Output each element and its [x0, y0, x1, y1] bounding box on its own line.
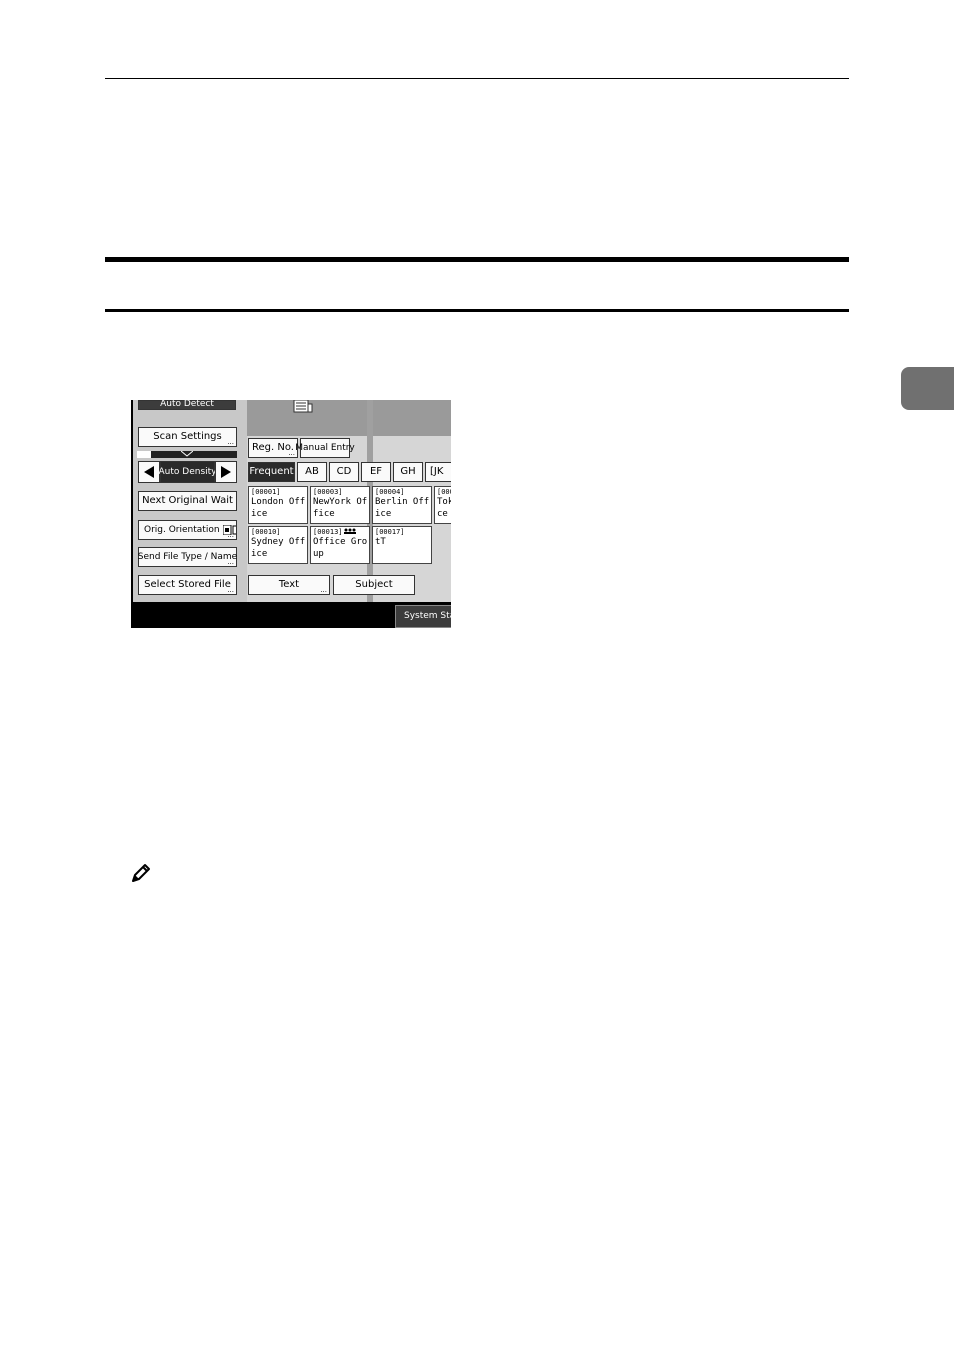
section-rule-thick: [105, 257, 849, 262]
destination-name: London Off: [251, 497, 306, 507]
destination-key[interactable]: [00010] Sydney Off ice: [248, 526, 308, 564]
destination-name: Sydney Off: [251, 537, 306, 547]
destination-name: Tok: [437, 497, 451, 507]
destination-key[interactable]: [00004] Berlin Off ice: [372, 486, 432, 524]
destination-name: Berlin Off: [375, 497, 430, 507]
tab-gh[interactable]: GH: [393, 462, 423, 482]
reg-no-button[interactable]: Reg. No....: [248, 438, 298, 458]
scan-settings-button[interactable]: Scan Settings...: [138, 427, 237, 447]
density-scale: [137, 451, 237, 458]
more-indicator-icon: ...: [227, 558, 234, 566]
destination-name: tT: [375, 537, 386, 547]
orig-orientation-button[interactable]: Orig. Orientation ...: [138, 520, 237, 540]
destination-name: NewYork Of: [313, 497, 368, 507]
text-button[interactable]: Text...: [248, 575, 330, 595]
more-indicator-icon: ...: [227, 531, 234, 539]
destination-key[interactable]: [00013] Office Gro up: [310, 526, 370, 564]
destination-name: Office Gro: [313, 537, 368, 547]
scanner-panel: Auto Detect Scan Settings... Auto Densit…: [131, 400, 451, 628]
more-indicator-icon: ...: [227, 586, 234, 594]
destination-name-cont: fice: [313, 509, 335, 519]
tab-frequent-label: Frequent: [249, 466, 294, 477]
destination-id: [00013]: [313, 528, 367, 536]
orig-orientation-label: Orig. Orientation: [144, 524, 220, 535]
tab-cd-label: CD: [336, 466, 352, 477]
scan-settings-label: Scan Settings: [153, 431, 222, 442]
arrow-right-icon: [221, 466, 231, 478]
note-pencil-icon: [132, 864, 150, 882]
header-rule: [105, 78, 849, 79]
destination-id: [00017]: [375, 528, 405, 536]
manual-entry-label: Manual Entry: [295, 442, 355, 453]
destination-id-text: [00013]: [313, 528, 343, 536]
tab-ab-label: AB: [305, 466, 319, 477]
select-stored-file-button[interactable]: Select Stored File...: [138, 575, 237, 595]
more-indicator-icon: ...: [227, 438, 234, 446]
next-original-wait-label: Next Original Wait: [142, 495, 233, 506]
message-bar: [247, 400, 451, 436]
destination-name-cont: ice: [251, 549, 268, 559]
auto-density-label: Auto Density: [158, 466, 217, 477]
destination-name-cont: up: [313, 549, 324, 559]
density-darker-button[interactable]: [215, 461, 237, 483]
section-rule-thin: [105, 309, 849, 312]
more-indicator-icon: ...: [288, 449, 295, 457]
density-pointer-icon: [181, 451, 193, 457]
destination-id: [00010]: [251, 528, 281, 536]
tab-ab[interactable]: AB: [297, 462, 327, 482]
auto-density-button[interactable]: Auto Density: [158, 461, 217, 483]
send-file-type-name-label: Send File Type / Name: [137, 551, 238, 562]
tab-gh-label: GH: [400, 466, 416, 477]
destination-name-cont: ice: [251, 509, 268, 519]
document-icon: [293, 400, 313, 413]
destination-name-cont: ice: [375, 509, 392, 519]
destination-key[interactable]: [00003] NewYork Of fice: [310, 486, 370, 524]
text-button-label: Text: [278, 579, 300, 590]
density-lighter-button[interactable]: [138, 461, 160, 483]
destination-id: [000: [437, 488, 451, 496]
auto-detect-label: Auto Detect: [160, 400, 214, 409]
destination-key[interactable]: [00017] tT: [372, 526, 432, 564]
destination-key[interactable]: [000Tok ce: [434, 486, 451, 524]
chapter-tab: [901, 367, 954, 410]
group-icon: [343, 528, 356, 534]
destination-id: [00003]: [313, 488, 343, 496]
tab-jk-label: [JK: [430, 466, 444, 477]
tab-ef-label: EF: [369, 466, 383, 477]
tab-cd[interactable]: CD: [329, 462, 359, 482]
destination-name-cont: ce: [437, 509, 448, 519]
destination-key[interactable]: [00001] London Off ice: [248, 486, 308, 524]
subject-button[interactable]: Subject: [333, 575, 415, 595]
system-status-button[interactable]: System Status: [395, 605, 451, 628]
subject-button-label: Subject: [355, 579, 393, 590]
next-original-wait-button[interactable]: Next Original Wait: [138, 491, 237, 511]
more-indicator-icon: ...: [320, 586, 327, 594]
tab-jk[interactable]: [JK: [425, 462, 451, 482]
auto-detect-button[interactable]: Auto Detect: [138, 400, 236, 410]
send-file-type-name-button[interactable]: Send File Type / Name...: [138, 547, 237, 567]
select-stored-file-label: Select Stored File: [144, 579, 231, 590]
arrow-left-icon: [144, 466, 154, 478]
destination-id: [00001]: [251, 488, 281, 496]
destination-id: [00004]: [375, 488, 405, 496]
system-status-label: System Status: [404, 611, 451, 621]
manual-entry-button[interactable]: Manual Entry: [295, 438, 355, 458]
tab-ef[interactable]: EF: [361, 462, 391, 482]
tab-frequent[interactable]: Frequent: [248, 462, 295, 482]
